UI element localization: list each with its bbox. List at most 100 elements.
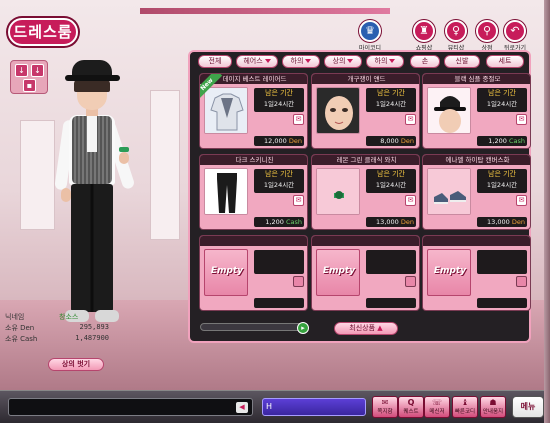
chevron-down-icon xyxy=(305,59,312,63)
tab-1[interactable]: 전체 xyxy=(198,55,232,68)
background-shelf xyxy=(20,120,55,230)
avatar-shirt-front xyxy=(87,116,97,152)
top-icon-3[interactable]: ♀ 뷰티샵 xyxy=(443,20,469,52)
chevron-down-icon xyxy=(347,59,354,63)
gift-icon[interactable]: ✉ xyxy=(516,114,527,125)
chevron-up-icon: ▲ xyxy=(377,324,383,332)
currency-label: Den xyxy=(400,218,414,226)
nav-icon[interactable]: ↶ xyxy=(504,20,526,42)
left-tool-panel: ↓ ↓ ▪ xyxy=(10,60,48,94)
top-icon-2[interactable]: ♜ 쇼핑샵 xyxy=(411,20,437,52)
top-icon-5[interactable]: ↶ 뒤로가기 xyxy=(502,20,528,52)
empty-price xyxy=(477,298,527,308)
stat-row-den: 소유 Den 295,893 xyxy=(5,323,113,334)
background-shelf xyxy=(150,90,180,240)
go-icon[interactable]: ▸ xyxy=(297,322,309,334)
tab-label: 세트 xyxy=(498,57,512,65)
item-thumbnail[interactable] xyxy=(427,168,471,215)
empty-label: Empty xyxy=(322,266,356,276)
nav-icon[interactable]: ♜ xyxy=(413,20,435,42)
bottom-button-3[interactable]: ☏ 메신저 xyxy=(424,396,450,418)
empty-period xyxy=(477,250,527,274)
top-icon-1[interactable]: ♛ 마이코디 xyxy=(357,20,383,52)
tab-7[interactable]: 신발 xyxy=(444,55,480,68)
empty-period xyxy=(254,250,304,274)
gift-icon[interactable]: ✉ xyxy=(405,195,416,206)
bottom-button-4[interactable]: ♝ 빠른코디 xyxy=(452,396,478,418)
chevron-down-icon xyxy=(389,59,396,63)
gift-icon xyxy=(516,276,527,287)
gift-icon[interactable]: ✉ xyxy=(293,114,304,125)
period-label: 남은 기간 xyxy=(265,89,293,97)
bottom-button-icon: ♝ xyxy=(461,398,469,407)
currency-label: Cash xyxy=(508,137,525,145)
nav-icon[interactable]: ⚲ xyxy=(476,20,498,42)
bottom-button-label: 퀘스트 xyxy=(403,409,419,415)
chat-box[interactable]: ◀ xyxy=(8,398,253,416)
latest-items-label: 최신상품 xyxy=(349,324,376,332)
tool-button-1[interactable]: ↓ xyxy=(15,64,28,77)
tool-button-3[interactable]: ▪ xyxy=(23,79,36,92)
latest-items-button[interactable]: 최신상품 ▲ xyxy=(334,322,398,335)
tab-5[interactable]: 하의 xyxy=(366,55,404,68)
speaker-icon[interactable]: ◀ xyxy=(236,402,248,413)
character-stats: 닉네임 창소스 소유 Den 295,893 소유 Cash 1,487900 xyxy=(5,312,113,348)
stat-value: 창소스 xyxy=(59,313,79,321)
item-thumbnail[interactable] xyxy=(204,168,248,215)
gift-icon[interactable]: ✉ xyxy=(405,114,416,125)
item-thumbnail[interactable] xyxy=(316,87,360,134)
tab-label: 상의 xyxy=(332,57,346,65)
shop-panel: 전체 헤어스 하의 상의 하의 손 신발 세트 데이지 베스트 레이어드 남은 기간 1일24시간… xyxy=(188,50,531,343)
bottom-button-2[interactable]: Q 퀘스트 xyxy=(398,396,424,418)
item-period: 남은 기간 1일24시간 xyxy=(366,88,416,112)
item-price: 8,000 Den xyxy=(366,136,416,146)
chat-input[interactable]: H xyxy=(262,398,366,416)
bottom-button-5[interactable]: ☗ 안내움지 xyxy=(480,396,506,418)
menu-button[interactable]: 메뉴 xyxy=(512,396,544,418)
slot-title xyxy=(200,236,307,246)
wall-beam xyxy=(140,8,390,14)
bottom-button-icon: Q xyxy=(407,398,415,407)
item-thumbnail[interactable] xyxy=(316,168,360,215)
period-label: 남은 기간 xyxy=(377,89,405,97)
tab-label: 헤어스 xyxy=(243,57,263,65)
empty-slot: Empty xyxy=(199,235,308,311)
stat-label: 소유 Den xyxy=(5,324,35,332)
item-card[interactable]: 다크 스키니진 남은 기간 1일24시간 ✉ 1,200 Cash xyxy=(199,154,308,230)
price-value: 13,000 xyxy=(376,218,399,226)
tab-label: 전체 xyxy=(208,57,222,65)
tab-6[interactable]: 손 xyxy=(410,55,440,68)
slot-title xyxy=(312,236,419,246)
gift-icon[interactable]: ✉ xyxy=(516,195,527,206)
item-card[interactable]: 데이지 베스트 레이어드 남은 기간 1일24시간 ✉ 12,000 Den New xyxy=(199,73,308,149)
tab-4[interactable]: 상의 xyxy=(324,55,362,68)
empty-price xyxy=(254,298,304,308)
tab-label: 하의 xyxy=(290,57,304,65)
remove-top-button[interactable]: 상의 벗기 xyxy=(48,358,104,371)
item-thumbnail[interactable] xyxy=(427,87,471,134)
currency-label: Cash xyxy=(285,218,302,226)
top-icon-4[interactable]: ⚲ 상점 xyxy=(474,20,500,52)
nav-icon[interactable]: ♀ xyxy=(445,20,467,42)
item-card[interactable]: 개구쟁이 얜드남은 기간 1일24시간 ✉ 8,000 Den xyxy=(311,73,420,149)
item-period: 남은 기간 1일24시간 xyxy=(477,88,527,112)
page-scrollbar[interactable]: ▸ xyxy=(200,322,309,334)
bottom-button-1[interactable]: ✉ 쪽지함 xyxy=(372,396,398,418)
nav-icon[interactable]: ♛ xyxy=(359,20,381,42)
item-thumbnail[interactable] xyxy=(204,87,248,134)
item-card[interactable]: 블랙 심플 중절모 남은 기간 1일24시간 ✉ 1,200 Cash xyxy=(422,73,531,149)
tab-8[interactable]: 세트 xyxy=(486,55,524,68)
item-title: 개구쟁이 얜드 xyxy=(312,74,419,84)
currency-label: Den xyxy=(288,137,302,145)
period-value: 1일24시간 xyxy=(375,100,407,108)
tab-2[interactable]: 헤어스 xyxy=(236,55,278,68)
period-value: 1일24시간 xyxy=(375,181,407,189)
item-card[interactable]: 에나멜 하이탑 캔버스화 남은 기간 1일24시간 ✉ 13,000 Den xyxy=(422,154,531,230)
tool-button-2[interactable]: ↓ xyxy=(31,64,44,77)
avatar-pants xyxy=(71,184,113,312)
gift-icon[interactable]: ✉ xyxy=(293,195,304,206)
tab-3[interactable]: 하의 xyxy=(282,55,320,68)
empty-thumbnail: Empty xyxy=(427,249,471,296)
item-card[interactable]: 레몬 그린 클래식 와치 남은 기간 1일24시간 ✉ 13,000 Den xyxy=(311,154,420,230)
dressroom-window: 드레스룸 ↓ ↓ ▪ 닉네임 창소스 소유 Den 295,893 소유 Cas… xyxy=(0,0,550,423)
